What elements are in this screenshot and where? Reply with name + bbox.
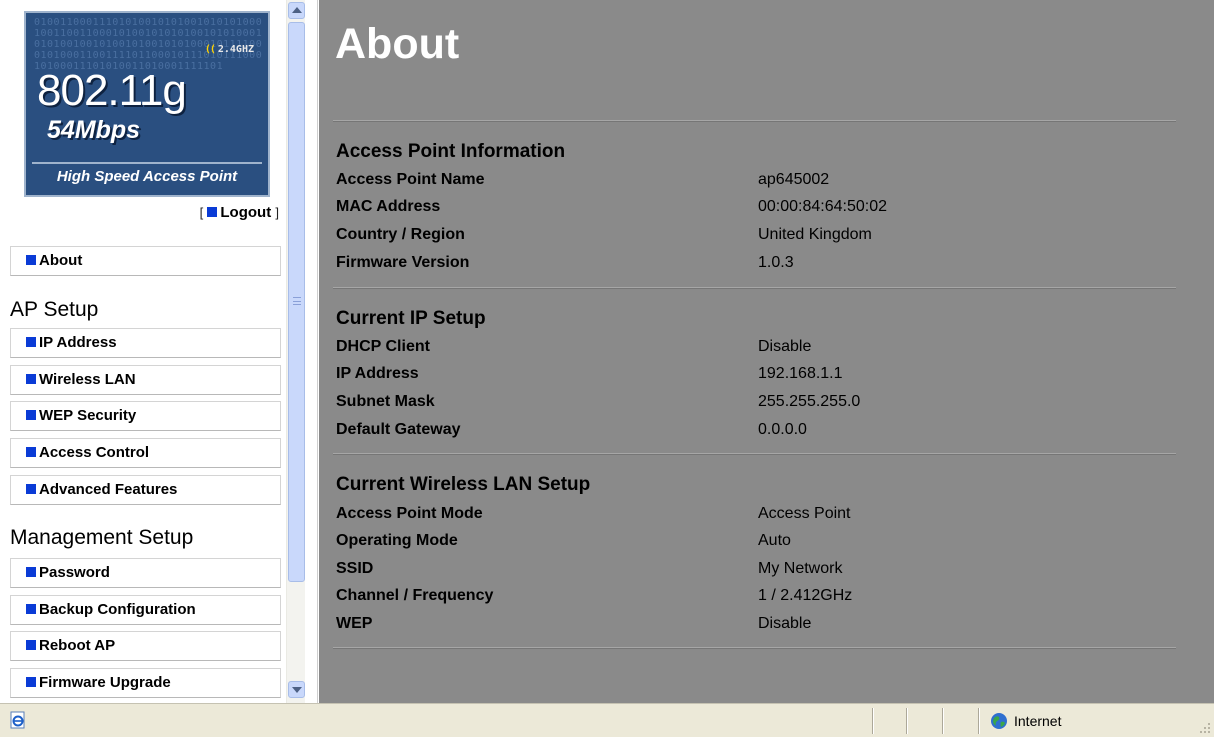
nav-item-wireless-lan[interactable]: Wireless LAN bbox=[10, 365, 281, 395]
logo-band-label: ((2.4GHZ bbox=[204, 44, 254, 55]
security-zone: Internet bbox=[990, 710, 1061, 732]
value-firmware-version: 1.0.3 bbox=[758, 254, 794, 271]
value-subnet-mask: 255.255.255.0 bbox=[758, 393, 861, 410]
nav-item-reboot-ap[interactable]: Reboot AP bbox=[10, 631, 281, 661]
logout-link-wrapper: [ Logout ] bbox=[200, 204, 279, 221]
bullet-icon bbox=[26, 374, 36, 384]
logout-link[interactable]: Logout bbox=[207, 204, 271, 221]
value-ssid: My Network bbox=[758, 560, 843, 577]
nav-scrollbar[interactable] bbox=[286, 0, 305, 703]
section-title-current-ip-setup: Current IP Setup bbox=[336, 308, 486, 329]
bullet-icon bbox=[26, 410, 36, 420]
bullet-icon bbox=[207, 207, 218, 217]
section-title-access-point-information: Access Point Information bbox=[336, 141, 566, 162]
security-zone-label: Internet bbox=[1014, 713, 1062, 729]
bullet-icon bbox=[26, 567, 36, 577]
value-ip-address: 192.168.1.1 bbox=[758, 365, 843, 382]
nav-section-management-setup: Management Setup bbox=[10, 526, 194, 549]
label-default-gateway: Default Gateway bbox=[336, 421, 461, 438]
label-channel-frequency: Channel / Frequency bbox=[336, 587, 494, 604]
status-separator bbox=[942, 708, 944, 734]
resize-grip-icon[interactable] bbox=[1199, 722, 1211, 734]
bullet-icon bbox=[26, 640, 36, 650]
browser-window: 0100110001110101001010100101010100010011… bbox=[0, 0, 1214, 737]
globe-icon bbox=[991, 713, 1007, 729]
nav-item-password[interactable]: Password bbox=[10, 558, 281, 588]
bullet-icon bbox=[26, 447, 36, 457]
divider bbox=[333, 120, 1176, 122]
value-dhcp-client: Disable bbox=[758, 338, 812, 355]
label-ip-address: IP Address bbox=[336, 365, 419, 382]
scroll-down-button[interactable] bbox=[288, 681, 305, 698]
nav-item-wep-security[interactable]: WEP Security bbox=[10, 401, 281, 431]
scroll-up-button[interactable] bbox=[288, 2, 305, 19]
chevron-down-icon bbox=[292, 687, 302, 693]
bullet-icon bbox=[26, 677, 36, 687]
scrollbar-thumb[interactable] bbox=[288, 22, 305, 582]
navigation-frame: 0100110001110101001010100101010100010011… bbox=[0, 0, 305, 703]
nav-item-ip-address[interactable]: IP Address bbox=[10, 328, 281, 358]
status-separator bbox=[978, 708, 980, 734]
value-access-point-name: ap645002 bbox=[758, 171, 830, 188]
nav-item-firmware-upgrade[interactable]: Firmware Upgrade bbox=[10, 668, 281, 698]
value-default-gateway: 0.0.0.0 bbox=[758, 421, 807, 438]
bullet-icon bbox=[26, 337, 36, 347]
label-operating-mode: Operating Mode bbox=[336, 532, 458, 549]
section-title-current-wireless-lan-setup: Current Wireless LAN Setup bbox=[336, 474, 591, 495]
nav-item-backup-configuration[interactable]: Backup Configuration bbox=[10, 595, 281, 625]
nav-section-ap-setup: AP Setup bbox=[10, 298, 99, 321]
status-separator bbox=[872, 708, 874, 734]
value-wep: Disable bbox=[758, 615, 812, 632]
product-logo: 0100110001110101001010100101010100010011… bbox=[24, 11, 270, 197]
frame-divider[interactable] bbox=[305, 0, 318, 703]
logout-bracket-open: [ bbox=[199, 205, 204, 220]
label-dhcp-client: DHCP Client bbox=[336, 338, 430, 355]
logo-tagline: High Speed Access Point bbox=[32, 162, 262, 189]
page-title: About bbox=[335, 20, 460, 68]
nav-item-advanced-features[interactable]: Advanced Features bbox=[10, 475, 281, 505]
bullet-icon bbox=[26, 484, 36, 494]
value-access-point-mode: Access Point bbox=[758, 505, 851, 522]
label-ssid: SSID bbox=[336, 560, 374, 577]
label-subnet-mask: Subnet Mask bbox=[336, 393, 435, 410]
bullet-icon bbox=[26, 604, 36, 614]
logout-bracket-close: ] bbox=[275, 205, 279, 220]
logo-standard: 802.11g bbox=[37, 66, 187, 115]
label-access-point-mode: Access Point Mode bbox=[336, 505, 483, 522]
divider bbox=[333, 647, 1176, 649]
nav-item-access-control[interactable]: Access Control bbox=[10, 438, 281, 468]
chevron-up-icon bbox=[292, 7, 302, 13]
value-country-region: United Kingdom bbox=[758, 226, 872, 243]
label-country-region: Country / Region bbox=[336, 226, 465, 243]
logo-speed: 54Mbps bbox=[47, 116, 141, 144]
label-access-point-name: Access Point Name bbox=[336, 171, 485, 188]
bullet-icon bbox=[26, 255, 36, 265]
status-separator bbox=[906, 708, 908, 734]
label-wep: WEP bbox=[336, 615, 373, 632]
label-firmware-version: Firmware Version bbox=[336, 254, 470, 271]
nav-item-about[interactable]: About bbox=[10, 246, 281, 276]
grip-icon bbox=[293, 297, 301, 305]
wireless-waves-icon: (( bbox=[204, 44, 216, 55]
value-operating-mode: Auto bbox=[758, 532, 791, 549]
label-mac-address: MAC Address bbox=[336, 198, 441, 215]
content-frame: About Access Point Information Access Po… bbox=[319, 0, 1214, 703]
ie-page-icon bbox=[10, 711, 25, 729]
value-mac-address: 00:00:84:64:50:02 bbox=[758, 198, 888, 215]
divider bbox=[333, 287, 1176, 289]
browser-status-bar: Internet bbox=[0, 703, 1214, 737]
value-channel-frequency: 1 / 2.412GHz bbox=[758, 587, 853, 604]
divider bbox=[333, 453, 1176, 455]
